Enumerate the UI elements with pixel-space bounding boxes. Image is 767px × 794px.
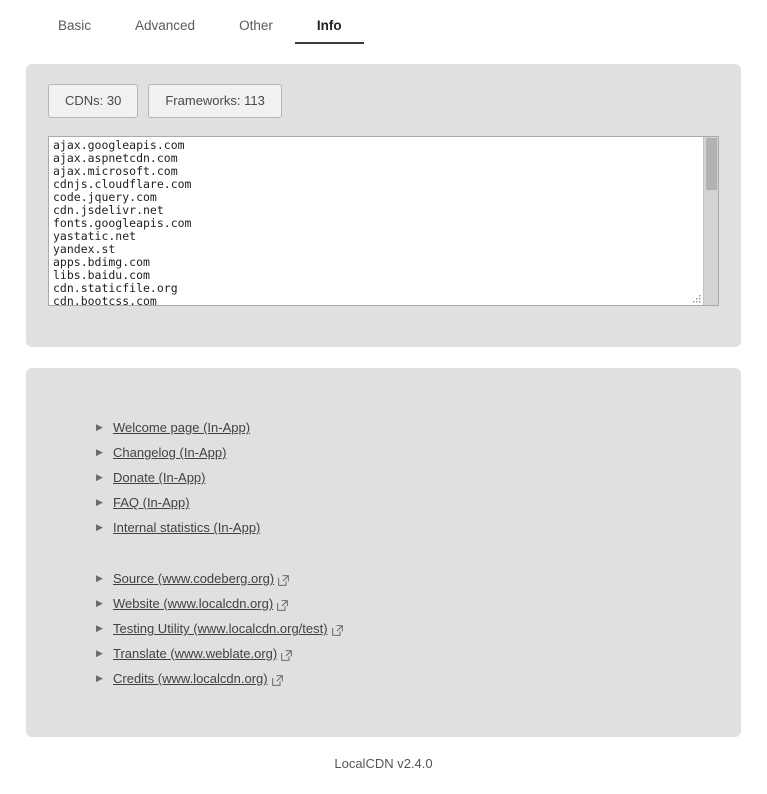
link-row[interactable]: ▶ Website (www.localcdn.org) — [26, 591, 741, 616]
triangle-bullet-icon: ▶ — [96, 497, 103, 507]
triangle-bullet-icon: ▶ — [96, 648, 103, 658]
links-panel: ▶ Welcome page (In-App) ▶ Changelog (In-App… — [26, 368, 741, 737]
cdn-list-content: ajax.googleapis.com ajax.aspnetcdn.com aja… — [53, 139, 700, 306]
in-app-link-label[interactable]: Welcome page (In-App) — [113, 420, 250, 435]
cdn-list-line: apps.bdimg.com — [53, 255, 150, 269]
counter-button-group: CDNs: 30 Frameworks: 113 — [48, 84, 719, 118]
link-row[interactable]: ▶ Donate (In-App) — [26, 465, 741, 490]
tab-other[interactable]: Other — [217, 18, 295, 44]
cdn-list-line: yandex.st — [53, 242, 116, 256]
cdn-panel: CDNs: 30 Frameworks: 113 ajax.googleapis… — [26, 64, 741, 347]
in-app-link-label[interactable]: FAQ (In-App) — [113, 495, 190, 510]
link-row[interactable]: ▶ Changelog (In-App) — [26, 440, 741, 465]
tab-bar: Basic Advanced Other Info — [0, 0, 767, 44]
link-row[interactable]: ▶ Internal statistics (In-App) — [26, 515, 741, 540]
link-row[interactable]: ▶ Translate (www.weblate.org) — [26, 641, 741, 666]
external-link-label[interactable]: Testing Utility (www.localcdn.org/test) — [113, 621, 328, 636]
cdn-list-line: cdn.bootcss.com — [53, 294, 157, 306]
external-link-icon — [278, 574, 289, 586]
cdn-list-line: yastatic.net — [53, 229, 137, 243]
triangle-bullet-icon: ▶ — [96, 598, 103, 608]
tab-advanced[interactable]: Advanced — [113, 18, 217, 44]
link-row[interactable]: ▶ Credits (www.localcdn.org) — [26, 666, 741, 691]
cdn-list-textarea[interactable]: ajax.googleapis.com ajax.aspnetcdn.com aja… — [48, 136, 719, 306]
triangle-bullet-icon: ▶ — [96, 522, 103, 532]
tab-info[interactable]: Info — [294, 18, 364, 44]
cdn-list-scrollbar-thumb[interactable] — [706, 138, 717, 190]
triangle-bullet-icon: ▶ — [96, 422, 103, 432]
external-link-icon — [271, 674, 283, 686]
tab-basic[interactable]: Basic — [36, 18, 113, 44]
link-row[interactable]: ▶ Source (www.codeberg.org) — [26, 566, 741, 591]
external-link-icon — [277, 599, 288, 611]
triangle-bullet-icon: ▶ — [96, 472, 103, 482]
triangle-bullet-icon: ▶ — [96, 673, 103, 683]
external-link-label[interactable]: Translate (www.weblate.org) — [113, 646, 277, 661]
cdn-list-line: fonts.googleapis.com — [53, 216, 192, 230]
cdn-list-scrollbar[interactable] — [703, 137, 718, 305]
footer-version: LocalCDN v2.4.0 — [334, 756, 433, 771]
triangle-bullet-icon: ▶ — [96, 573, 103, 583]
external-link-list: ▶ Source (www.codeberg.org) ▶ Website (www.… — [26, 566, 741, 691]
in-app-link-list: ▶ Welcome page (In-App) ▶ Changelog (In-App… — [26, 415, 741, 540]
external-link-icon — [331, 624, 343, 636]
link-row[interactable]: ▶ FAQ (In-App) — [26, 490, 741, 515]
external-link-label[interactable]: Credits (www.localcdn.org) — [113, 671, 268, 686]
in-app-link-label[interactable]: Donate (In-App) — [113, 470, 206, 485]
external-link-icon — [281, 649, 292, 661]
external-link-label[interactable]: Website (www.localcdn.org) — [113, 596, 273, 611]
in-app-link-label[interactable]: Changelog (In-App) — [113, 445, 226, 460]
triangle-bullet-icon: ▶ — [96, 623, 103, 633]
resize-grip-icon[interactable] — [690, 293, 702, 305]
cdns-count-button[interactable]: CDNs: 30 — [48, 84, 139, 118]
external-link-label[interactable]: Source (www.codeberg.org) — [113, 571, 274, 586]
link-row[interactable]: ▶ Testing Utility (www.localcdn.org/test) — [26, 616, 741, 641]
frameworks-count-button[interactable]: Frameworks: 113 — [148, 84, 282, 118]
triangle-bullet-icon: ▶ — [96, 447, 103, 457]
in-app-link-label[interactable]: Internal statistics (In-App) — [113, 520, 260, 535]
link-row[interactable]: ▶ Welcome page (In-App) — [26, 415, 741, 440]
